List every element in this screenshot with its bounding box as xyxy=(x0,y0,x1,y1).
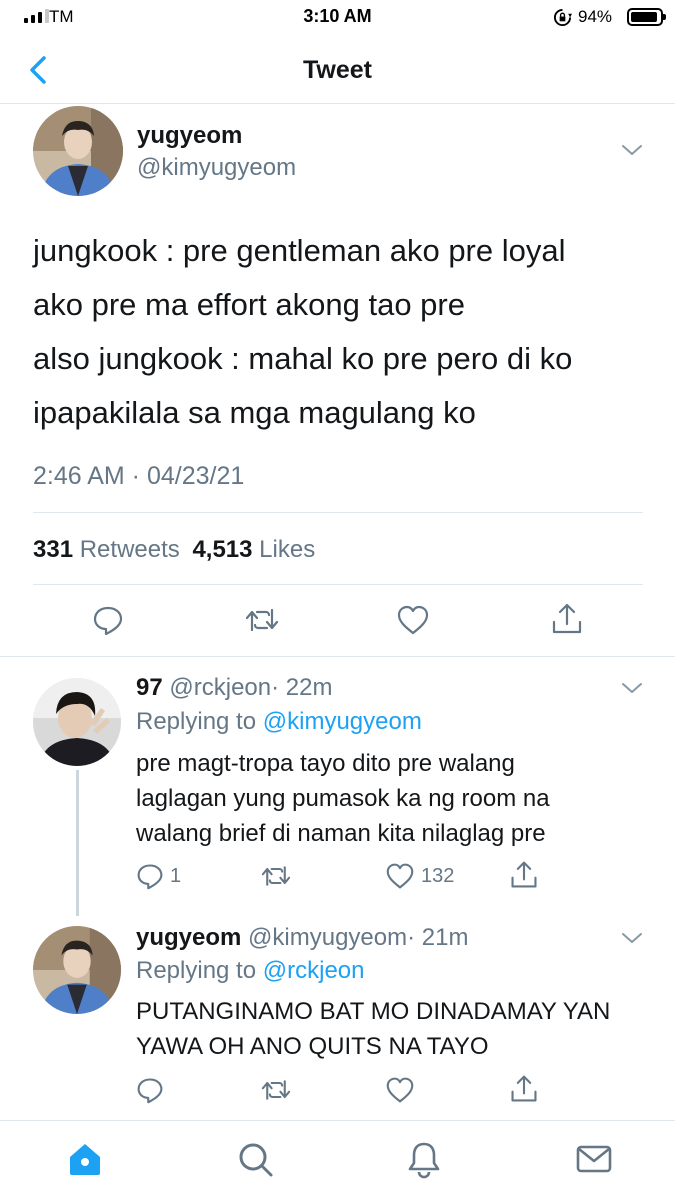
replying-to: Replying to @kimyugyeom xyxy=(136,708,422,736)
reply-handle[interactable]: @kimyugyeom xyxy=(248,924,407,951)
home-icon[interactable] xyxy=(65,1139,105,1179)
reply-icon xyxy=(137,1078,163,1104)
chevron-down-icon[interactable] xyxy=(620,930,644,946)
tweet-text-line: jungkook : pre gentleman ako pre loyal xyxy=(33,233,566,268)
share-icon[interactable] xyxy=(550,602,584,636)
retweet-icon xyxy=(261,866,291,886)
reply-text-line: YAWA OH ANO QUITS NA TAYO xyxy=(136,1033,489,1060)
likes-label[interactable]: Likes xyxy=(259,536,315,563)
like-icon xyxy=(386,863,414,889)
status-time: 3:10 AM xyxy=(303,6,372,26)
battery-fill xyxy=(631,12,658,22)
share-button[interactable] xyxy=(509,860,539,890)
search-icon[interactable] xyxy=(235,1139,275,1179)
reply-time: · 21m xyxy=(407,924,469,951)
author-handle[interactable]: @kimyugyeom xyxy=(137,154,296,182)
tweet-text-line: ipapakilala sa mga magulang ko xyxy=(33,395,476,430)
status-bar: TM 3:10 AM 94% xyxy=(0,0,675,36)
retweets-count[interactable]: 331 xyxy=(33,536,73,563)
avatar[interactable] xyxy=(33,106,123,196)
reply-display-name[interactable]: 97 xyxy=(136,674,163,701)
retweet-button[interactable] xyxy=(260,862,292,890)
avatar[interactable] xyxy=(33,678,121,766)
author-display-name[interactable]: yugyeom xyxy=(137,122,242,150)
tweet-stats: 331 Retweets 4,513 Likes xyxy=(33,536,315,564)
divider xyxy=(0,656,675,657)
page-title: Tweet xyxy=(303,56,372,84)
retweet-icon xyxy=(261,1080,291,1100)
replying-to-link[interactable]: @rckjeon xyxy=(263,957,365,984)
like-icon[interactable] xyxy=(396,604,430,636)
retweet-button[interactable] xyxy=(260,1076,292,1104)
reply-handle[interactable]: @rckjeon xyxy=(169,674,271,701)
reply-button[interactable]: 1 xyxy=(136,862,181,890)
reply-count: 1 xyxy=(170,864,182,887)
replying-to: Replying to @rckjeon xyxy=(136,957,364,985)
like-count: 132 xyxy=(421,864,455,887)
thread-connector xyxy=(76,770,79,916)
replying-to-label: Replying to xyxy=(136,957,257,984)
share-icon xyxy=(511,861,537,888)
chevron-down-icon[interactable] xyxy=(620,142,644,158)
reply-icon[interactable] xyxy=(92,604,124,636)
reply-text: PUTANGINAMO BAT MO DINADAMAY YAN YAWA OH… xyxy=(136,994,610,1064)
reply-text-line: PUTANGINAMO BAT MO DINADAMAY YAN xyxy=(136,998,611,1025)
replying-to-link[interactable]: @kimyugyeom xyxy=(263,708,422,735)
tweet-text: jungkook : pre gentleman ako pre loyal a… xyxy=(33,224,653,440)
battery-percent: 94% xyxy=(578,7,613,26)
retweet-icon[interactable] xyxy=(244,604,280,636)
notifications-icon[interactable] xyxy=(404,1139,444,1179)
reply-text-line: laglagan yung pumasok ka ng room na xyxy=(136,785,550,812)
reply-text-line: pre magt-tropa tayo dito pre walang xyxy=(136,750,515,777)
tweet-timestamp: 2:46 AM · 04/23/21 xyxy=(33,462,245,490)
like-button[interactable] xyxy=(385,1076,415,1104)
nav-bar: Tweet xyxy=(0,36,675,104)
share-button[interactable] xyxy=(509,1074,539,1104)
like-button[interactable]: 132 xyxy=(385,862,454,890)
reply-time: · 22m xyxy=(271,674,333,701)
reply-header: yugyeom @kimyugyeom· 21m xyxy=(136,924,468,952)
likes-count[interactable]: 4,513 xyxy=(192,536,252,563)
retweets-label[interactable]: Retweets xyxy=(80,536,180,563)
messages-icon[interactable] xyxy=(574,1139,614,1179)
chevron-down-icon[interactable] xyxy=(620,680,644,696)
divider xyxy=(33,584,643,585)
tweet-text-line: ako pre ma effort akong tao pre xyxy=(33,287,465,322)
reply-text: pre magt-tropa tayo dito pre walang lagl… xyxy=(136,746,550,851)
tab-bar xyxy=(0,1120,675,1200)
replying-to-label: Replying to xyxy=(136,708,257,735)
share-icon xyxy=(511,1075,537,1102)
reply-icon xyxy=(137,864,163,890)
reply-header: 97 @rckjeon· 22m xyxy=(136,674,332,702)
divider xyxy=(33,512,643,513)
rotation-lock-icon xyxy=(553,8,572,27)
reply-display-name[interactable]: yugyeom xyxy=(136,924,241,951)
battery-icon xyxy=(627,8,666,26)
like-icon xyxy=(386,1077,414,1103)
reply-text-line: walang brief di naman kita nilaglag pre xyxy=(136,820,546,847)
tweet-text-line: also jungkook : mahal ko pre pero di ko xyxy=(33,341,573,376)
reply-button[interactable] xyxy=(136,1076,164,1104)
avatar[interactable] xyxy=(33,926,121,1014)
